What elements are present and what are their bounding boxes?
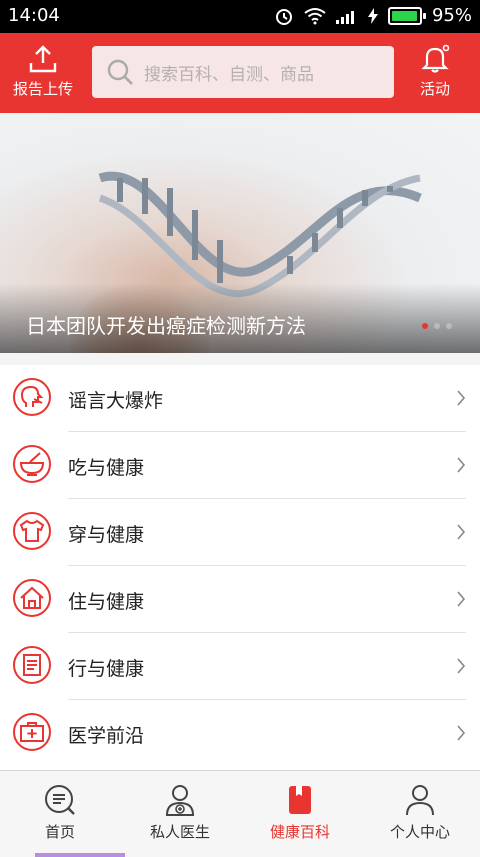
search-placeholder: 搜索百科、自测、商品 [144,64,314,85]
menu-item-label: 穿与健康 [68,524,145,546]
menu-item-label: 医学前沿 [68,725,145,747]
chevron-right-icon [457,457,466,473]
search-icon [107,59,133,85]
menu-item-label: 行与健康 [68,658,145,680]
pager-dot[interactable] [446,323,452,329]
document-icon [13,646,51,684]
tab-health-wiki[interactable]: 健康百科 [240,783,360,842]
tab-label: 健康百科 [269,823,330,841]
chevron-right-icon [457,658,466,674]
chevron-right-icon [457,591,466,607]
activity-button[interactable]: 活动 [419,43,451,99]
bell-icon [421,44,450,73]
search-list-icon [45,785,75,815]
signal-icon [335,10,354,24]
chevron-right-icon [457,390,466,406]
upload-label: 报告上传 [13,80,74,98]
battery-icon [387,6,426,25]
tab-label: 私人医生 [149,823,210,841]
shirt-icon [13,512,51,550]
menu-item-live[interactable]: 住与健康 [0,566,480,633]
bottom-tab-bar: 首页 私人医生 健康百科 个人中心 [0,770,480,857]
menu-item-wear[interactable]: 穿与健康 [0,499,480,566]
banner-caption: 日本团队开发出癌症检测新方法 [26,314,306,338]
status-time: 14:04 [8,5,60,26]
medical-kit-icon [13,713,51,751]
upload-icon [29,45,57,73]
chevron-right-icon [457,725,466,741]
tab-personal-center[interactable]: 个人中心 [360,783,480,842]
pager-dot[interactable] [422,323,428,329]
house-icon [13,579,51,617]
upload-report-button[interactable]: 报告上传 [13,43,73,99]
activity-label: 活动 [419,80,450,98]
tab-home[interactable]: 首页 [0,783,120,842]
menu-item-label: 吃与健康 [68,457,145,479]
bowl-icon [13,445,51,483]
category-list: 谣言大爆炸 吃与健康 穿与健康 住与健康 行与健康 医学前沿 [0,365,480,770]
menu-item-medical-frontier[interactable]: 医学前沿 [0,700,480,767]
pager-dot[interactable] [434,323,440,329]
status-bar: 14:04 95% [0,0,480,33]
rumor-icon [13,378,51,416]
menu-item-travel[interactable]: 行与健康 [0,633,480,700]
bottom-edge-strip [35,853,125,857]
alarm-icon [275,8,292,25]
menu-item-label: 住与健康 [68,591,145,613]
battery-percent: 95% [431,5,472,26]
wifi-icon [304,7,326,24]
menu-item-label: 谣言大爆炸 [68,390,164,412]
app-header: 报告上传 搜索百科、自测、商品 活动 [0,33,480,113]
menu-item-eat[interactable]: 吃与健康 [0,432,480,499]
charging-icon [367,7,378,24]
search-input[interactable]: 搜索百科、自测、商品 [92,46,394,98]
tab-label: 首页 [44,823,75,841]
news-banner[interactable]: 日本团队开发出癌症检测新方法 [0,113,480,353]
tab-private-doctor[interactable]: 私人医生 [120,783,240,842]
banner-pager [422,323,452,329]
tab-label: 个人中心 [389,823,450,841]
doctor-icon [165,785,195,816]
book-icon [289,786,311,814]
chevron-right-icon [457,524,466,540]
menu-item-rumor[interactable]: 谣言大爆炸 [0,365,480,432]
person-icon [406,785,434,816]
